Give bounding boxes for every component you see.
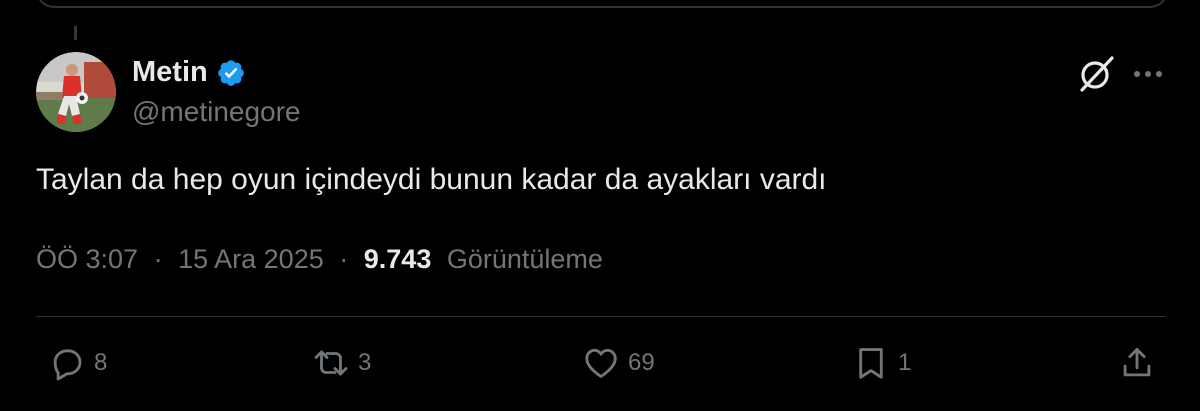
meta-separator: ·: [153, 244, 163, 274]
repost-icon: [312, 344, 350, 382]
avatar[interactable]: [36, 52, 116, 132]
heart-icon: [582, 344, 620, 382]
more-horizontal-icon[interactable]: [1130, 56, 1166, 92]
author-name-row[interactable]: Metin: [132, 56, 246, 89]
meta-separator: ·: [339, 244, 349, 274]
like-button[interactable]: 69: [582, 344, 655, 382]
repost-count: 3: [358, 349, 372, 376]
bookmark-count: 1: [898, 349, 912, 376]
grok-icon[interactable]: [1074, 52, 1118, 96]
views-count[interactable]: 9.743: [364, 244, 432, 274]
reply-button[interactable]: 8: [48, 344, 107, 382]
verified-badge-icon: [216, 58, 246, 88]
author-display-name[interactable]: Metin: [132, 56, 208, 89]
reply-icon: [48, 344, 86, 382]
bookmark-button[interactable]: 1: [852, 344, 911, 382]
avatar-photo: [36, 52, 116, 132]
repost-button[interactable]: 3: [312, 344, 371, 382]
share-icon: [1118, 344, 1156, 382]
bookmark-icon: [852, 344, 890, 382]
reply-count: 8: [94, 349, 108, 376]
author-handle[interactable]: @metinegore: [132, 96, 301, 128]
views-label[interactable]: Görüntüleme: [447, 244, 603, 274]
tweet-time[interactable]: ÖÖ 3:07: [36, 244, 138, 274]
tweet-date[interactable]: 15 Ara 2025: [178, 244, 324, 274]
divider: [36, 316, 1166, 317]
previous-post-card-edge: [36, 0, 1168, 8]
thread-connector-line: [74, 26, 77, 40]
tweet-text: Taylan da hep oyun içindeydi bunun kadar…: [36, 163, 827, 196]
tweet-detail-view: Metin @metinegore Taylan da hep oyun içi…: [0, 0, 1200, 411]
like-count: 69: [628, 349, 655, 376]
tweet-metadata: ÖÖ 3:07 · 15 Ara 2025 · 9.743 Görüntülem…: [36, 244, 603, 275]
share-button[interactable]: [1118, 344, 1156, 382]
